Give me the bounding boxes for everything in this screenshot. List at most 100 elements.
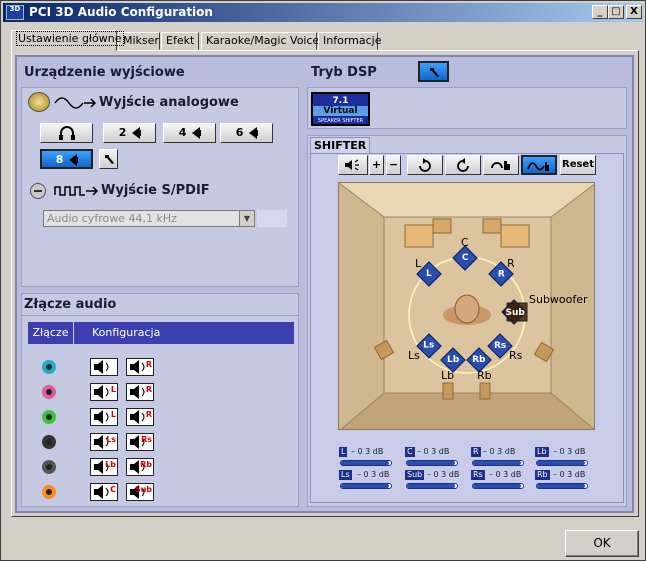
meter-fill xyxy=(407,484,455,488)
meter-bar[interactable] xyxy=(536,460,588,466)
meter-db: – 0 3 dB xyxy=(489,470,522,479)
speaker-config-icon xyxy=(94,360,109,374)
tab-main-settings[interactable]: Ustawienie główne xyxy=(11,30,124,51)
config-tag: L xyxy=(110,410,116,419)
config-icon[interactable]: C xyxy=(90,483,118,501)
level-meter[interactable]: Lb – 0 3 dB xyxy=(535,447,588,469)
connector-col-header: Złącze xyxy=(28,322,73,344)
rotate-ccw-button[interactable] xyxy=(445,155,481,175)
label-l: L xyxy=(415,257,422,270)
virtual-shifter-button[interactable]: 7.1 Virtual SPEAKER SHIFTER xyxy=(311,92,370,126)
speaker-icon xyxy=(132,127,142,139)
speakers-4-button[interactable]: 4 xyxy=(163,123,216,143)
meter-fill xyxy=(537,461,585,465)
level-meter[interactable]: R – 0 3 dB xyxy=(471,447,524,469)
config-tag: C xyxy=(110,485,116,494)
speaker-settings-button[interactable] xyxy=(99,149,118,169)
meter-bar[interactable] xyxy=(536,483,588,489)
config-icon[interactable]: Lb xyxy=(90,458,118,476)
speakers-2-button[interactable]: 2 xyxy=(103,123,156,143)
tab-mixer[interactable]: Mikser xyxy=(118,32,160,50)
meter-fill xyxy=(473,484,521,488)
label-rs: Rs xyxy=(509,349,523,362)
wave-mode-button[interactable] xyxy=(521,155,557,175)
spdif-format-select[interactable]: Audio cyfrowe 44,1 kHz ▼ xyxy=(43,210,255,227)
speaker-icon xyxy=(28,92,50,112)
output-device-title: Urządzenie wyjściowe xyxy=(24,65,185,80)
config-icon[interactable]: L xyxy=(90,408,118,426)
reset-button[interactable]: Reset xyxy=(560,155,596,175)
tab-effect[interactable]: Efekt xyxy=(161,32,199,50)
level-meter[interactable]: L – 0 3 dB xyxy=(339,447,392,469)
dsp-settings-button[interactable] xyxy=(418,61,449,82)
spdif-toggle[interactable] xyxy=(30,183,46,199)
config-icon[interactable]: Rb xyxy=(126,458,154,476)
level-meter[interactable]: Sub – 0 3 dB xyxy=(405,470,460,492)
window-title: PCI 3D Audio Configuration xyxy=(29,5,213,19)
meter-bar[interactable] xyxy=(340,460,392,466)
hand-rotate-button[interactable] xyxy=(483,155,519,175)
config-tag: R xyxy=(145,360,152,369)
remove-button[interactable]: − xyxy=(386,155,401,175)
mute-speaker-button[interactable] xyxy=(338,155,368,175)
room-perspective xyxy=(339,183,594,429)
config-icon[interactable]: R xyxy=(126,383,154,401)
level-meter[interactable]: C – 0 3 dB xyxy=(405,447,458,469)
meter-bar[interactable] xyxy=(472,483,524,489)
meter-fill xyxy=(341,461,389,465)
config-icon[interactable]: R xyxy=(126,358,154,376)
config-tag: R xyxy=(145,385,152,394)
dsp-title: Tryb DSP xyxy=(311,65,377,80)
maximize-button[interactable]: □ xyxy=(608,5,624,19)
meter-db: – 0 3 dB xyxy=(357,470,390,479)
headphone-button[interactable] xyxy=(40,123,93,143)
level-meter[interactable]: Rb – 0 3 dB xyxy=(535,470,588,492)
virtual-line3: SPEAKER SHIFTER xyxy=(317,118,364,124)
config-tag: R xyxy=(145,410,152,419)
meter-bar[interactable] xyxy=(472,460,524,466)
chevron-down-icon: ▼ xyxy=(239,211,254,226)
virtual-line1: 7.1 xyxy=(332,96,349,106)
level-meter[interactable]: Rs – 0 3 dB xyxy=(471,470,524,492)
minimize-button[interactable]: _ xyxy=(592,5,608,19)
select-spacer xyxy=(257,210,287,227)
config-tag: Ls xyxy=(106,435,116,444)
meter-db: – 0 3 dB xyxy=(553,447,586,456)
ok-button[interactable]: OK xyxy=(565,530,639,557)
app-icon: 3D xyxy=(6,5,24,20)
spdif-output-label: Wyjście S/PDIF xyxy=(101,183,210,198)
audio-jack xyxy=(42,410,56,424)
config-icon[interactable] xyxy=(90,358,118,376)
meter-bar[interactable] xyxy=(406,483,458,489)
audio-jack xyxy=(42,460,56,474)
rotate-cw-button[interactable] xyxy=(407,155,443,175)
hammer-icon xyxy=(429,68,439,77)
config-icon[interactable]: Ls xyxy=(90,433,118,451)
config-icon[interactable]: Sub xyxy=(126,483,154,501)
shifter-tab[interactable]: SHIFTER xyxy=(310,137,370,154)
tab-karaoke[interactable]: Karaoke/Magic Voice xyxy=(201,32,319,50)
audio-jack xyxy=(42,360,56,374)
speakers-6-button[interactable]: 6 xyxy=(220,123,273,143)
meter-tag: Lb xyxy=(535,447,549,457)
speakers-8-button[interactable]: 8 xyxy=(40,149,93,169)
title-bar: 3D PCI 3D Audio Configuration _ □ X xyxy=(3,3,643,22)
app-window: 3D PCI 3D Audio Configuration _ □ X Usta… xyxy=(0,0,646,561)
config-tag: Rb xyxy=(140,460,152,469)
meter-fill xyxy=(341,484,389,488)
config-icon[interactable]: L xyxy=(90,383,118,401)
audio-jack xyxy=(42,485,56,499)
meter-fill xyxy=(473,461,521,465)
config-icon[interactable]: R xyxy=(126,408,154,426)
add-button[interactable]: + xyxy=(369,155,384,175)
meter-bar[interactable] xyxy=(340,483,392,489)
level-meter[interactable]: Ls – 0 3 dB xyxy=(339,470,392,492)
meter-db: – 0 3 dB xyxy=(427,470,460,479)
meter-tag: Rs xyxy=(471,470,485,480)
meter-bar[interactable] xyxy=(406,460,458,466)
close-button[interactable]: X xyxy=(626,5,642,19)
config-tag: Lb xyxy=(105,460,116,469)
tab-info[interactable]: Informacje xyxy=(318,32,381,50)
hand-rotate-icon xyxy=(491,161,510,170)
config-icon[interactable]: Rs xyxy=(126,433,154,451)
